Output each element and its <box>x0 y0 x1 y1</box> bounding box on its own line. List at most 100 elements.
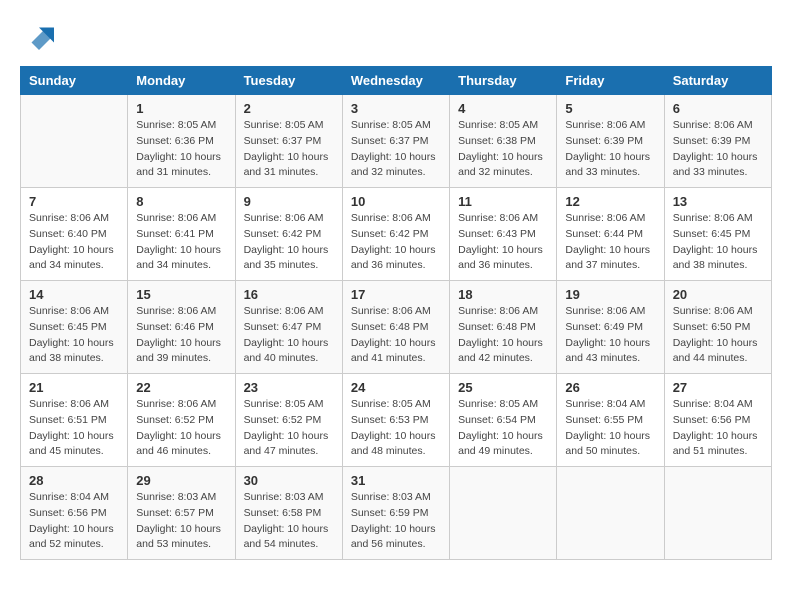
day-number: 3 <box>351 101 441 116</box>
day-info: Sunrise: 8:06 AMSunset: 6:48 PMDaylight:… <box>351 304 441 367</box>
day-number: 7 <box>29 194 119 209</box>
day-cell: 5Sunrise: 8:06 AMSunset: 6:39 PMDaylight… <box>557 95 664 188</box>
day-number: 14 <box>29 287 119 302</box>
day-number: 26 <box>565 380 655 395</box>
day-info: Sunrise: 8:06 AMSunset: 6:43 PMDaylight:… <box>458 211 548 274</box>
day-info: Sunrise: 8:05 AMSunset: 6:38 PMDaylight:… <box>458 118 548 181</box>
day-cell: 15 Sunrise: 8:06 AMSunset: 6:46 PMDayligh… <box>128 281 235 374</box>
day-number: 24 <box>351 380 441 395</box>
logo-icon <box>24 20 54 50</box>
day-number: 10 <box>351 194 441 209</box>
day-cell: 1Sunrise: 8:05 AMSunset: 6:36 PMDaylight… <box>128 95 235 188</box>
day-info: Sunrise: 8:06 AMSunset: 6:42 PMDaylight:… <box>244 211 334 274</box>
day-number: 28 <box>29 473 119 488</box>
day-cell: 28 Sunrise: 8:04 AMSunset: 6:56 PMDayligh… <box>21 467 128 560</box>
day-number: 11 <box>458 194 548 209</box>
day-number: 30 <box>244 473 334 488</box>
header-cell-sunday: Sunday <box>21 67 128 95</box>
day-cell: 23 Sunrise: 8:05 AMSunset: 6:52 PMDayligh… <box>235 374 342 467</box>
day-cell: 13Sunrise: 8:06 AMSunset: 6:45 PMDayligh… <box>664 188 771 281</box>
day-cell: 30 Sunrise: 8:03 AMSunset: 6:58 PMDayligh… <box>235 467 342 560</box>
day-number: 23 <box>244 380 334 395</box>
day-info: Sunrise: 8:06 AMSunset: 6:45 PMDaylight:… <box>29 304 119 367</box>
day-cell <box>664 467 771 560</box>
day-info: Sunrise: 8:05 AMSunset: 6:37 PMDaylight:… <box>351 118 441 181</box>
day-cell: 4 Sunrise: 8:05 AMSunset: 6:38 PMDaylight… <box>450 95 557 188</box>
day-cell: 14 Sunrise: 8:06 AMSunset: 6:45 PMDayligh… <box>21 281 128 374</box>
day-number: 27 <box>673 380 763 395</box>
header-cell-friday: Friday <box>557 67 664 95</box>
day-info: Sunrise: 8:06 AMSunset: 6:40 PMDaylight:… <box>29 211 119 274</box>
day-info: Sunrise: 8:06 AMSunset: 6:52 PMDaylight:… <box>136 397 226 460</box>
day-cell: 12Sunrise: 8:06 AMSunset: 6:44 PMDayligh… <box>557 188 664 281</box>
week-row-2: 7 Sunrise: 8:06 AMSunset: 6:40 PMDaylight… <box>21 188 772 281</box>
day-number: 20 <box>673 287 763 302</box>
day-info: Sunrise: 8:06 AMSunset: 6:45 PMDaylight:… <box>673 211 763 274</box>
day-number: 16 <box>244 287 334 302</box>
day-info: Sunrise: 8:05 AMSunset: 6:52 PMDaylight:… <box>244 397 334 460</box>
day-cell: 17 Sunrise: 8:06 AMSunset: 6:48 PMDayligh… <box>342 281 449 374</box>
day-info: Sunrise: 8:06 AMSunset: 6:41 PMDaylight:… <box>136 211 226 274</box>
header-cell-saturday: Saturday <box>664 67 771 95</box>
day-cell: 22 Sunrise: 8:06 AMSunset: 6:52 PMDayligh… <box>128 374 235 467</box>
day-cell: 6 Sunrise: 8:06 AMSunset: 6:39 PMDaylight… <box>664 95 771 188</box>
header-cell-monday: Monday <box>128 67 235 95</box>
day-info: Sunrise: 8:06 AMSunset: 6:39 PMDaylight:… <box>565 118 655 181</box>
day-cell: 11 Sunrise: 8:06 AMSunset: 6:43 PMDayligh… <box>450 188 557 281</box>
day-number: 22 <box>136 380 226 395</box>
day-number: 17 <box>351 287 441 302</box>
day-number: 4 <box>458 101 548 116</box>
day-info: Sunrise: 8:05 AMSunset: 6:37 PMDaylight:… <box>244 118 334 181</box>
day-cell <box>450 467 557 560</box>
day-cell: 10 Sunrise: 8:06 AMSunset: 6:42 PMDayligh… <box>342 188 449 281</box>
day-number: 21 <box>29 380 119 395</box>
day-info: Sunrise: 8:06 AMSunset: 6:47 PMDaylight:… <box>244 304 334 367</box>
day-number: 15 <box>136 287 226 302</box>
day-number: 8 <box>136 194 226 209</box>
header-cell-tuesday: Tuesday <box>235 67 342 95</box>
day-info: Sunrise: 8:06 AMSunset: 6:42 PMDaylight:… <box>351 211 441 274</box>
day-cell <box>557 467 664 560</box>
day-info: Sunrise: 8:05 AMSunset: 6:53 PMDaylight:… <box>351 397 441 460</box>
calendar-header-row: SundayMondayTuesdayWednesdayThursdayFrid… <box>21 67 772 95</box>
week-row-4: 21 Sunrise: 8:06 AMSunset: 6:51 PMDayligh… <box>21 374 772 467</box>
logo <box>20 20 54 50</box>
day-cell <box>21 95 128 188</box>
day-number: 12 <box>565 194 655 209</box>
day-number: 31 <box>351 473 441 488</box>
page-header <box>20 20 772 50</box>
day-cell: 19 Sunrise: 8:06 AMSunset: 6:49 PMDayligh… <box>557 281 664 374</box>
day-cell: 18 Sunrise: 8:06 AMSunset: 6:48 PMDayligh… <box>450 281 557 374</box>
day-number: 1 <box>136 101 226 116</box>
day-cell: 31 Sunrise: 8:03 AMSunset: 6:59 PMDayligh… <box>342 467 449 560</box>
day-info: Sunrise: 8:03 AMSunset: 6:59 PMDaylight:… <box>351 490 441 553</box>
header-cell-thursday: Thursday <box>450 67 557 95</box>
day-number: 19 <box>565 287 655 302</box>
week-row-1: 1Sunrise: 8:05 AMSunset: 6:36 PMDaylight… <box>21 95 772 188</box>
day-info: Sunrise: 8:03 AMSunset: 6:58 PMDaylight:… <box>244 490 334 553</box>
day-info: Sunrise: 8:06 AMSunset: 6:49 PMDaylight:… <box>565 304 655 367</box>
calendar-table: SundayMondayTuesdayWednesdayThursdayFrid… <box>20 66 772 560</box>
day-cell: 20 Sunrise: 8:06 AMSunset: 6:50 PMDayligh… <box>664 281 771 374</box>
day-cell: 2 Sunrise: 8:05 AMSunset: 6:37 PMDaylight… <box>235 95 342 188</box>
day-cell: 3 Sunrise: 8:05 AMSunset: 6:37 PMDaylight… <box>342 95 449 188</box>
day-info: Sunrise: 8:06 AMSunset: 6:48 PMDaylight:… <box>458 304 548 367</box>
day-info: Sunrise: 8:04 AMSunset: 6:56 PMDaylight:… <box>673 397 763 460</box>
day-number: 2 <box>244 101 334 116</box>
header-cell-wednesday: Wednesday <box>342 67 449 95</box>
day-cell: 16 Sunrise: 8:06 AMSunset: 6:47 PMDayligh… <box>235 281 342 374</box>
day-cell: 29Sunrise: 8:03 AMSunset: 6:57 PMDayligh… <box>128 467 235 560</box>
day-info: Sunrise: 8:06 AMSunset: 6:50 PMDaylight:… <box>673 304 763 367</box>
day-info: Sunrise: 8:04 AMSunset: 6:56 PMDaylight:… <box>29 490 119 553</box>
day-cell: 7 Sunrise: 8:06 AMSunset: 6:40 PMDaylight… <box>21 188 128 281</box>
day-info: Sunrise: 8:06 AMSunset: 6:46 PMDaylight:… <box>136 304 226 367</box>
day-number: 6 <box>673 101 763 116</box>
week-row-5: 28 Sunrise: 8:04 AMSunset: 6:56 PMDayligh… <box>21 467 772 560</box>
day-number: 29 <box>136 473 226 488</box>
day-number: 18 <box>458 287 548 302</box>
day-info: Sunrise: 8:06 AMSunset: 6:51 PMDaylight:… <box>29 397 119 460</box>
day-cell: 9Sunrise: 8:06 AMSunset: 6:42 PMDaylight… <box>235 188 342 281</box>
day-info: Sunrise: 8:06 AMSunset: 6:39 PMDaylight:… <box>673 118 763 181</box>
day-number: 25 <box>458 380 548 395</box>
day-cell: 21 Sunrise: 8:06 AMSunset: 6:51 PMDayligh… <box>21 374 128 467</box>
